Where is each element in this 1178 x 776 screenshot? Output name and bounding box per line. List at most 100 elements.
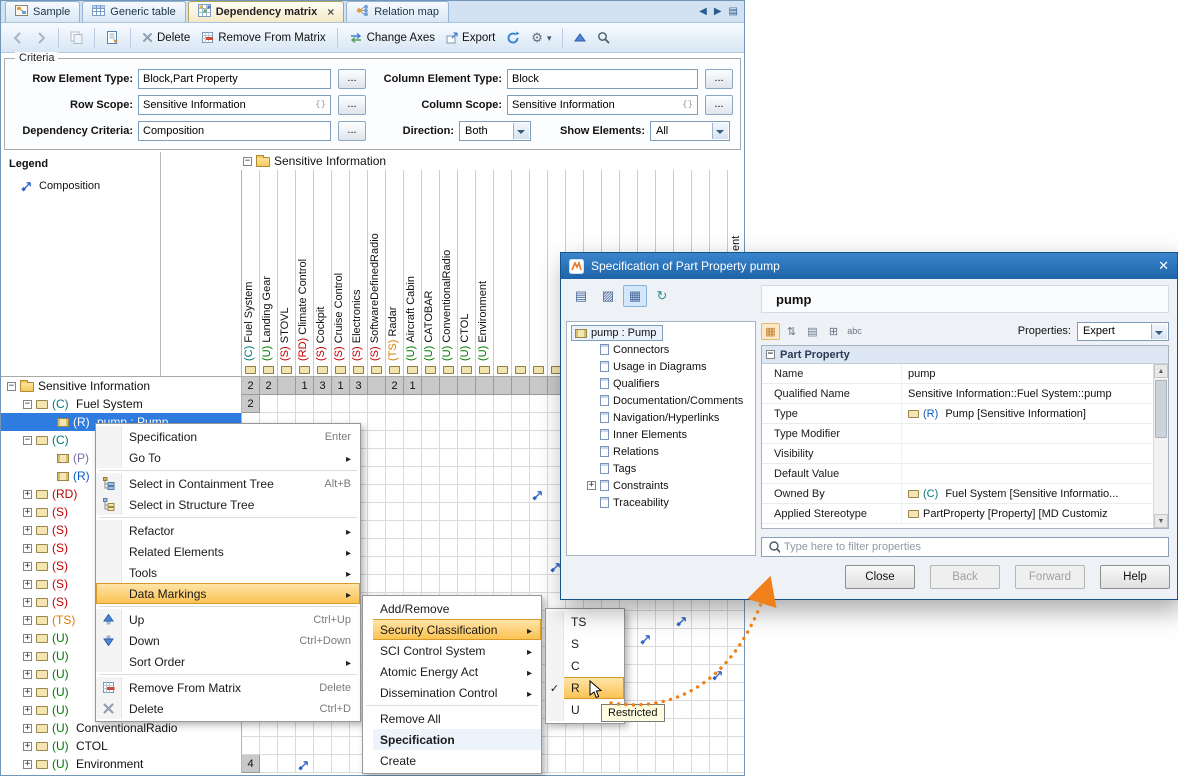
matrix-cell[interactable] [530, 575, 548, 593]
composition-cell-arrow[interactable] [298, 758, 310, 770]
matrix-cell[interactable] [404, 503, 422, 521]
matrix-cell[interactable] [314, 395, 332, 413]
matrix-cell[interactable]: 2 [260, 377, 278, 395]
back-button[interactable] [9, 30, 27, 46]
matrix-cell[interactable] [476, 557, 494, 575]
expand-icon[interactable]: + [23, 706, 32, 715]
matrix-cell[interactable] [512, 467, 530, 485]
property-row-type-modifier[interactable]: Type Modifier [762, 424, 1152, 444]
matrix-cell[interactable] [728, 701, 744, 719]
matrix-cell[interactable] [476, 449, 494, 467]
matrix-cell[interactable] [656, 647, 674, 665]
matrix-cell[interactable] [440, 449, 458, 467]
property-row-applied-stereotype[interactable]: Applied StereotypePartProperty [Property… [762, 504, 1152, 524]
menu-item-create[interactable]: Create [363, 750, 541, 771]
menu-item-atomic-energy-act[interactable]: Atomic Energy Act [363, 661, 541, 682]
tab-scroll-left-button[interactable]: ◀ [699, 5, 707, 19]
scroll-up-icon[interactable]: ▲ [1154, 364, 1168, 378]
collapse-icon[interactable]: − [23, 436, 32, 445]
matrix-cell[interactable] [512, 431, 530, 449]
property-row-visibility[interactable]: Visibility [762, 444, 1152, 464]
tab-close-icon[interactable] [327, 6, 334, 18]
expand-icon[interactable]: + [587, 481, 596, 490]
dialog-title-bar[interactable]: Specification of Part Property pump [561, 253, 1177, 279]
matrix-cell[interactable] [458, 377, 476, 395]
matrix-cell[interactable] [494, 539, 512, 557]
matrix-cell[interactable] [656, 665, 674, 683]
property-section-header[interactable]: − Part Property [762, 346, 1168, 364]
forward-button[interactable] [32, 30, 50, 46]
expand-icon[interactable]: + [23, 634, 32, 643]
property-row-default-value[interactable]: Default Value [762, 464, 1152, 484]
help-button[interactable]: Help [1100, 565, 1170, 589]
filter-input[interactable] [780, 541, 1168, 553]
matrix-cell[interactable] [404, 413, 422, 431]
matrix-cell[interactable] [458, 431, 476, 449]
matrix-cell[interactable] [422, 413, 440, 431]
matrix-cell[interactable] [512, 575, 530, 593]
matrix-cell[interactable] [494, 503, 512, 521]
matrix-cell[interactable] [692, 737, 710, 755]
tab-generic-table[interactable]: Generic table [82, 1, 185, 22]
column-header-conventionalradio[interactable]: (U) ConventionalRadio [439, 170, 457, 377]
matrix-cell[interactable] [476, 467, 494, 485]
matrix-cell[interactable] [440, 539, 458, 557]
search-button[interactable] [594, 29, 613, 46]
matrix-cell[interactable] [368, 539, 386, 557]
matrix-cell[interactable] [710, 755, 728, 773]
matrix-cell[interactable] [368, 575, 386, 593]
spec-tree-item-tags[interactable]: Tags [567, 460, 755, 477]
matrix-cell[interactable] [458, 395, 476, 413]
expand-icon[interactable]: + [23, 544, 32, 553]
matrix-cell[interactable] [566, 755, 584, 773]
dialog-close-icon[interactable] [1158, 258, 1169, 274]
matrix-cell[interactable] [458, 485, 476, 503]
matrix-cell[interactable] [386, 413, 404, 431]
row-scope-field[interactable]: Sensitive Information [138, 95, 331, 115]
close-button[interactable]: Close [845, 565, 915, 589]
matrix-cell[interactable] [440, 557, 458, 575]
matrix-cell[interactable] [422, 467, 440, 485]
matrix-cell[interactable] [440, 413, 458, 431]
matrix-cell[interactable] [692, 665, 710, 683]
menu-item-dissemination-control[interactable]: Dissemination Control [363, 682, 541, 703]
column-header-landing-gear[interactable]: (U) Landing Gear [259, 170, 277, 377]
row-element-type-browse-button[interactable] [338, 69, 366, 89]
spec-tree-item-connectors[interactable]: Connectors [567, 341, 755, 358]
matrix-cell[interactable] [386, 503, 404, 521]
form-view-icon[interactable]: ▤ [569, 285, 593, 307]
matrix-cell[interactable] [296, 737, 314, 755]
menu-item-data-markings[interactable]: Data Markings [96, 583, 360, 604]
matrix-cell[interactable] [368, 485, 386, 503]
matrix-cell[interactable] [674, 719, 692, 737]
matrix-cell[interactable] [530, 557, 548, 575]
matrix-cell[interactable] [350, 395, 368, 413]
matrix-cell[interactable] [530, 431, 548, 449]
menu-item-sort-order[interactable]: Sort Order [96, 651, 360, 672]
matrix-cell[interactable] [494, 431, 512, 449]
column-header-climate-control[interactable]: (RD) Climate Control [295, 170, 313, 377]
tab-sample[interactable]: Sample [5, 1, 80, 22]
column-header-cruise-control[interactable]: (S) Cruise Control [331, 170, 349, 377]
matrix-cell[interactable] [710, 611, 728, 629]
matrix-cell[interactable] [278, 377, 296, 395]
spec-tree-item-constraints[interactable]: +Constraints [567, 477, 755, 494]
menu-item-ts[interactable]: TS [546, 611, 624, 633]
column-header-environment[interactable]: (U) Environment [475, 170, 493, 377]
matrix-cell[interactable] [368, 377, 386, 395]
matrix-cell[interactable] [458, 557, 476, 575]
matrix-cell[interactable] [710, 737, 728, 755]
matrix-cell[interactable] [278, 755, 296, 773]
matrix-cell[interactable] [512, 485, 530, 503]
column-scope-field[interactable]: Sensitive Information [507, 95, 698, 115]
menu-item-r[interactable]: R [546, 677, 624, 699]
menu-item-refactor[interactable]: Refactor [96, 520, 360, 541]
matrix-cell[interactable] [494, 395, 512, 413]
matrix-cell[interactable] [404, 521, 422, 539]
menu-item-specification[interactable]: Specification [363, 729, 541, 750]
matrix-cell[interactable] [404, 467, 422, 485]
menu-item-c[interactable]: C [546, 655, 624, 677]
matrix-cell[interactable] [656, 755, 674, 773]
matrix-cell[interactable] [638, 665, 656, 683]
matrix-cell[interactable] [476, 431, 494, 449]
